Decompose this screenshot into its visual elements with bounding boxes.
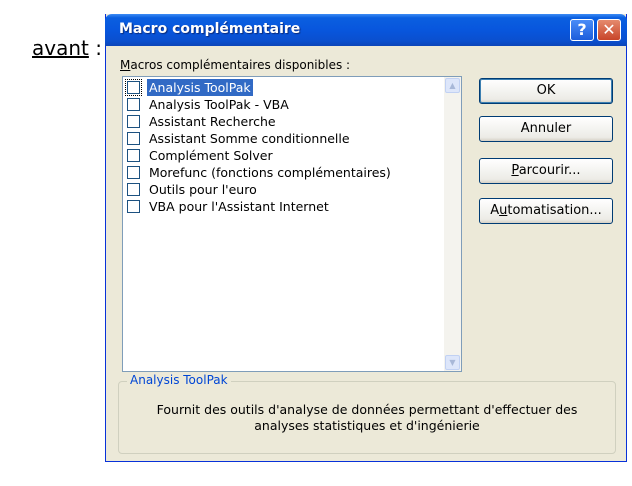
addin-label: Complément Solver (149, 148, 273, 163)
addin-label: Outils pour l'euro (149, 182, 257, 197)
addin-item[interactable]: Outils pour l'euro (123, 181, 445, 198)
addin-label: Analysis ToolPak - VBA (149, 97, 289, 112)
addin-checkbox[interactable] (127, 149, 140, 162)
description-title: Analysis ToolPak (127, 373, 231, 387)
cancel-button[interactable]: Annuler (479, 116, 613, 142)
addin-checkbox[interactable] (125, 79, 142, 96)
description-group: Analysis ToolPak Fournit des outils d'an… (118, 373, 616, 454)
addin-item[interactable]: Analysis ToolPak (123, 79, 445, 96)
addin-label: Analysis ToolPak (147, 79, 253, 96)
caption-suffix: : (88, 36, 102, 60)
close-button[interactable]: ✕ (597, 19, 621, 41)
addin-label: Assistant Somme conditionnelle (149, 131, 350, 146)
available-addins-label: Macros complémentaires disponibles : (120, 58, 351, 72)
vertical-scrollbar[interactable]: ▲ ▼ (444, 77, 461, 371)
addin-label: VBA pour l'Assistant Internet (149, 199, 329, 214)
caption: avant : (32, 36, 102, 60)
addin-checkbox[interactable] (127, 183, 140, 196)
chevron-down-icon: ▼ (449, 358, 456, 367)
caption-prefix: avant (32, 36, 89, 60)
help-button[interactable]: ? (570, 19, 594, 41)
addin-label: Morefunc (fonctions complémentaires) (149, 165, 391, 180)
ok-button[interactable]: OK (479, 78, 613, 104)
addin-checkbox[interactable] (127, 115, 140, 128)
scroll-down-button[interactable]: ▼ (445, 355, 460, 370)
addin-item[interactable]: Assistant Somme conditionnelle (123, 130, 445, 147)
chevron-up-icon: ▲ (449, 81, 456, 90)
addins-listbox[interactable]: Analysis ToolPak Analysis ToolPak - VBA … (122, 76, 462, 372)
addin-checkbox[interactable] (127, 98, 140, 111)
browse-button[interactable]: Parcourir... (479, 158, 613, 184)
addin-label: Assistant Recherche (149, 114, 276, 129)
addin-item[interactable]: Assistant Recherche (123, 113, 445, 130)
addin-item[interactable]: Analysis ToolPak - VBA (123, 96, 445, 113)
addin-checkbox[interactable] (127, 132, 140, 145)
scroll-up-button[interactable]: ▲ (445, 78, 460, 93)
addin-item[interactable]: Morefunc (fonctions complémentaires) (123, 164, 445, 181)
help-icon: ? (577, 20, 587, 39)
addin-item[interactable]: Complément Solver (123, 147, 445, 164)
description-text: Fournit des outils d'analyse de données … (156, 402, 578, 433)
close-icon: ✕ (602, 20, 616, 39)
window-title: Macro complémentaire (119, 21, 301, 37)
title-bar[interactable]: Macro complémentaire ? ✕ (105, 14, 627, 46)
addins-dialog: Macro complémentaire ? ✕ Macros compléme… (105, 14, 627, 462)
automation-button[interactable]: Automatisation... (479, 198, 613, 224)
addin-checkbox[interactable] (127, 166, 140, 179)
addin-checkbox[interactable] (127, 200, 140, 213)
addin-item[interactable]: VBA pour l'Assistant Internet (123, 198, 445, 215)
